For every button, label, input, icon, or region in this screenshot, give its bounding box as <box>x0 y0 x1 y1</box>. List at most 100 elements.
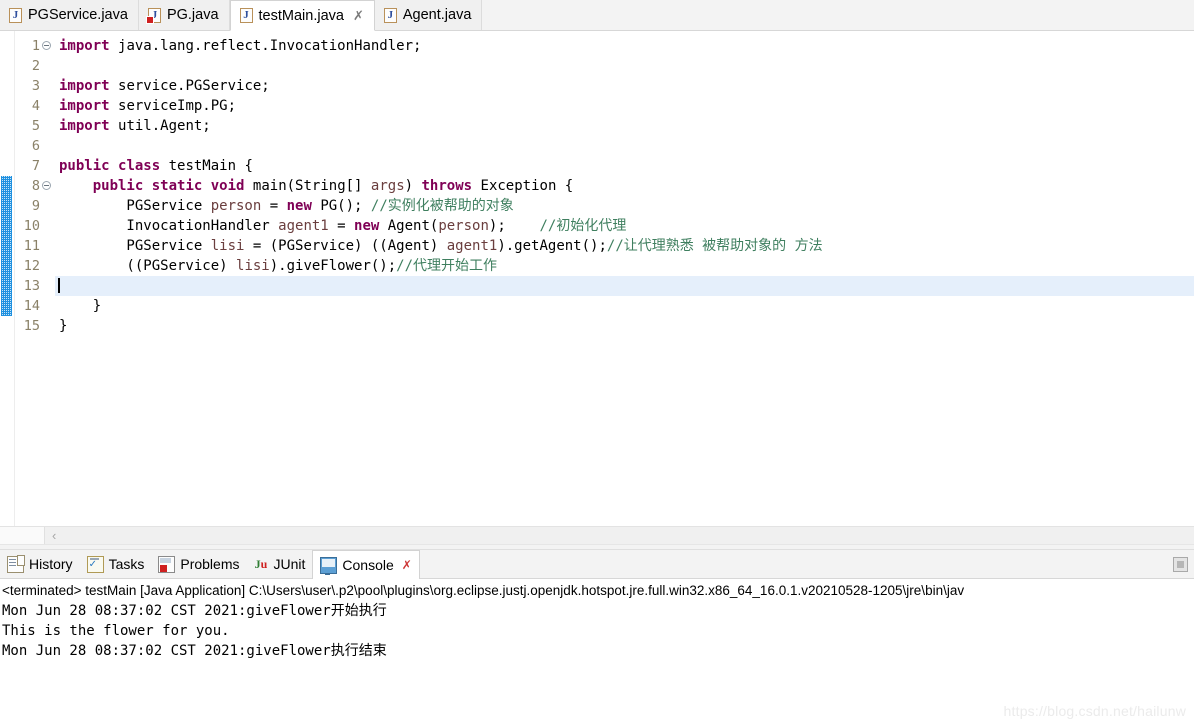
fold-row <box>41 136 55 156</box>
bottom-tab-problems[interactable]: Problems <box>151 550 246 578</box>
code-token-pln: = <box>261 198 287 214</box>
code-line[interactable]: InvocationHandler agent1 = new Agent(per… <box>55 216 1194 236</box>
code-token-lv: agent1 <box>278 218 329 234</box>
code-token-lv: lisi <box>210 238 245 254</box>
watermark: https://blog.csdn.net/hailunw <box>1003 703 1186 719</box>
code-line[interactable]: import service.PGService; <box>55 76 1194 96</box>
code-token-kw: public <box>92 178 152 194</box>
code-token-cm: //实例化被帮助的对象 <box>370 198 514 214</box>
line-number: 12 <box>23 258 40 274</box>
code-token-kw: new <box>286 198 321 214</box>
editor-tab-pgservice-java[interactable]: PGService.java <box>0 0 139 30</box>
editor-horizontal-scrollbar[interactable]: ‹ <box>0 526 1194 544</box>
java-file-icon <box>9 7 22 23</box>
console-output-area[interactable]: <terminated> testMain [Java Application]… <box>0 579 1194 718</box>
console-output-line: Mon Jun 28 08:37:02 CST 2021:giveFlower执… <box>2 643 387 659</box>
fold-row[interactable] <box>41 36 55 56</box>
line-number: 3 <box>31 78 40 94</box>
line-number: 2 <box>31 58 40 74</box>
fold-row <box>41 236 55 256</box>
code-line[interactable]: } <box>55 316 1194 336</box>
bottom-view-tab-bar: History Tasks Problems Ju JUnit Console ✗ <box>0 550 1194 579</box>
code-token-kw: throws <box>421 178 481 194</box>
code-token-pln: PG(); <box>320 198 371 214</box>
code-token-pln <box>59 178 93 194</box>
line-number: 5 <box>31 118 40 134</box>
code-token-pln: PGService <box>59 238 211 254</box>
bottom-tab-tasks[interactable]: Tasks <box>80 550 152 578</box>
bottom-tab-label: Problems <box>180 556 240 572</box>
code-token-pln: InvocationHandler <box>59 218 279 234</box>
close-icon[interactable]: ✗ <box>353 9 364 22</box>
line-number: 10 <box>23 218 40 234</box>
scrollbar-corner <box>0 527 45 544</box>
code-line[interactable]: import serviceImp.PG; <box>55 96 1194 116</box>
line-number-gutter: 1 2 3 4 5 6 7 8 9 10 11 12 13 14 15 <box>15 31 41 526</box>
code-token-pln: Agent( <box>387 218 439 234</box>
java-file-icon <box>383 7 397 23</box>
console-panel: History Tasks Problems Ju JUnit Console ✗ <ter… <box>0 550 1194 718</box>
code-token-pln: ).giveFlower(); <box>269 258 397 274</box>
line-number: 14 <box>23 298 40 314</box>
code-token-kw: new <box>354 218 388 234</box>
code-token-lv: person <box>210 198 262 214</box>
code-line[interactable]: PGService person = new PG(); //实例化被帮助的对象 <box>55 196 1194 216</box>
close-icon[interactable]: ✗ <box>402 558 412 572</box>
java-file-icon <box>239 8 253 23</box>
code-token-kw: static <box>151 178 211 194</box>
code-token-kw: import <box>59 78 119 94</box>
tasks-icon <box>86 555 104 573</box>
change-indicator-bar <box>1 176 12 316</box>
code-text-area[interactable]: import java.lang.reflect.InvocationHandl… <box>55 31 1194 526</box>
code-line[interactable]: public static void main(String[] args) t… <box>55 176 1194 196</box>
bottom-tab-label: History <box>29 556 73 572</box>
editor-tab-testmain-java[interactable]: testMain.java ✗ <box>229 0 375 31</box>
code-line[interactable] <box>55 276 1194 296</box>
code-token-kw: import <box>59 98 119 114</box>
collapse-fold-icon[interactable] <box>42 181 51 190</box>
code-token-pln: ); <box>488 218 540 234</box>
code-editor[interactable]: 1 2 3 4 5 6 7 8 9 10 11 12 13 14 15 import java.lang.r… <box>0 31 1194 526</box>
code-token-pln: testMain { <box>168 158 253 174</box>
editor-tab-pg-java[interactable]: PG.java <box>138 0 230 30</box>
code-line[interactable]: } <box>55 296 1194 316</box>
collapse-fold-icon[interactable] <box>42 41 51 50</box>
line-number: 8 <box>31 178 40 194</box>
editor-tab-label: PGService.java <box>28 7 128 23</box>
editor-tab-agent-java[interactable]: Agent.java <box>374 0 483 30</box>
code-token-lv: person <box>438 218 489 234</box>
bottom-tab-history[interactable]: History <box>0 550 80 578</box>
code-line[interactable]: import java.lang.reflect.InvocationHandl… <box>55 36 1194 56</box>
bottom-tab-junit[interactable]: Ju JUnit <box>247 550 313 578</box>
bottom-tab-console[interactable]: Console ✗ <box>312 550 420 579</box>
code-folding-column[interactable] <box>41 31 55 526</box>
code-token-pln: main(String[] <box>252 178 371 194</box>
problems-icon <box>158 555 176 573</box>
code-line[interactable]: PGService lisi = (PGService) ((Agent) ag… <box>55 236 1194 256</box>
editor-tab-label: testMain.java <box>258 7 344 24</box>
fold-row <box>41 156 55 176</box>
line-number: 1 <box>31 38 40 54</box>
editor-tab-label: PG.java <box>166 7 219 23</box>
code-line[interactable]: import util.Agent; <box>55 116 1194 136</box>
bottom-tab-label: Tasks <box>108 556 145 572</box>
code-token-kw: import <box>59 38 119 54</box>
fold-row <box>41 216 55 236</box>
fold-row <box>41 296 55 316</box>
code-token-pln: = (PGService) ((Agent) <box>244 238 447 254</box>
code-token-cm: //初始化代理 <box>539 218 627 234</box>
code-token-kw: public <box>59 158 119 174</box>
fold-row[interactable] <box>41 176 55 196</box>
console-output-line: Mon Jun 28 08:37:02 CST 2021:giveFlower开… <box>2 603 387 619</box>
line-number: 13 <box>23 278 40 294</box>
code-line[interactable] <box>55 136 1194 156</box>
minimize-restore-button[interactable] <box>1173 556 1188 572</box>
text-caret <box>58 278 60 293</box>
fold-row <box>41 96 55 116</box>
scroll-left-arrow-icon[interactable]: ‹ <box>52 529 56 542</box>
code-line[interactable]: public class testMain { <box>55 156 1194 176</box>
code-token-pln: ) <box>404 178 422 194</box>
code-line[interactable] <box>55 56 1194 76</box>
code-line[interactable]: ((PGService) lisi).giveFlower();//代理开始工作 <box>55 256 1194 276</box>
code-token-lv: args <box>370 178 405 194</box>
